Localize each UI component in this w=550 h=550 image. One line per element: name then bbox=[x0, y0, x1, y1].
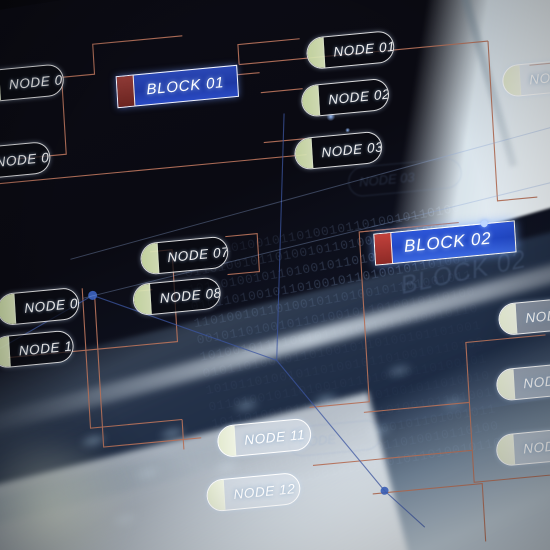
node-label: NODE 11 bbox=[243, 426, 306, 448]
node-label: NODE 09 bbox=[23, 294, 80, 316]
block-accent-tab bbox=[116, 75, 136, 108]
node-label: NODE bbox=[522, 371, 550, 391]
node-label: NODE 01 bbox=[332, 38, 396, 60]
node-label: NODE bbox=[528, 67, 550, 87]
node-label: NODE 07 bbox=[167, 243, 230, 265]
node-label: NODE 05 bbox=[0, 148, 52, 170]
node-label: NODE 02 bbox=[327, 86, 390, 107]
node-label: NODE bbox=[525, 306, 550, 326]
node-label: NODE bbox=[522, 437, 550, 457]
node-label: NODE 03 bbox=[320, 138, 384, 160]
block-accent-tab bbox=[374, 232, 394, 265]
node-cap-icon bbox=[0, 293, 17, 326]
node-label: NODE 10 bbox=[18, 337, 75, 359]
hud-flowchart-overlay: NODE 03 NODE BLOCK 02 BLOCK 01 BLOCK 02 NOD… bbox=[0, 0, 550, 550]
node-label: NODE 08 bbox=[159, 284, 222, 306]
node-label: NODE 04 bbox=[8, 70, 65, 92]
screenshot-canvas: 1010110100101101001011010010110100 011010… bbox=[0, 0, 550, 550]
node-label: NODE 12 bbox=[233, 480, 296, 502]
